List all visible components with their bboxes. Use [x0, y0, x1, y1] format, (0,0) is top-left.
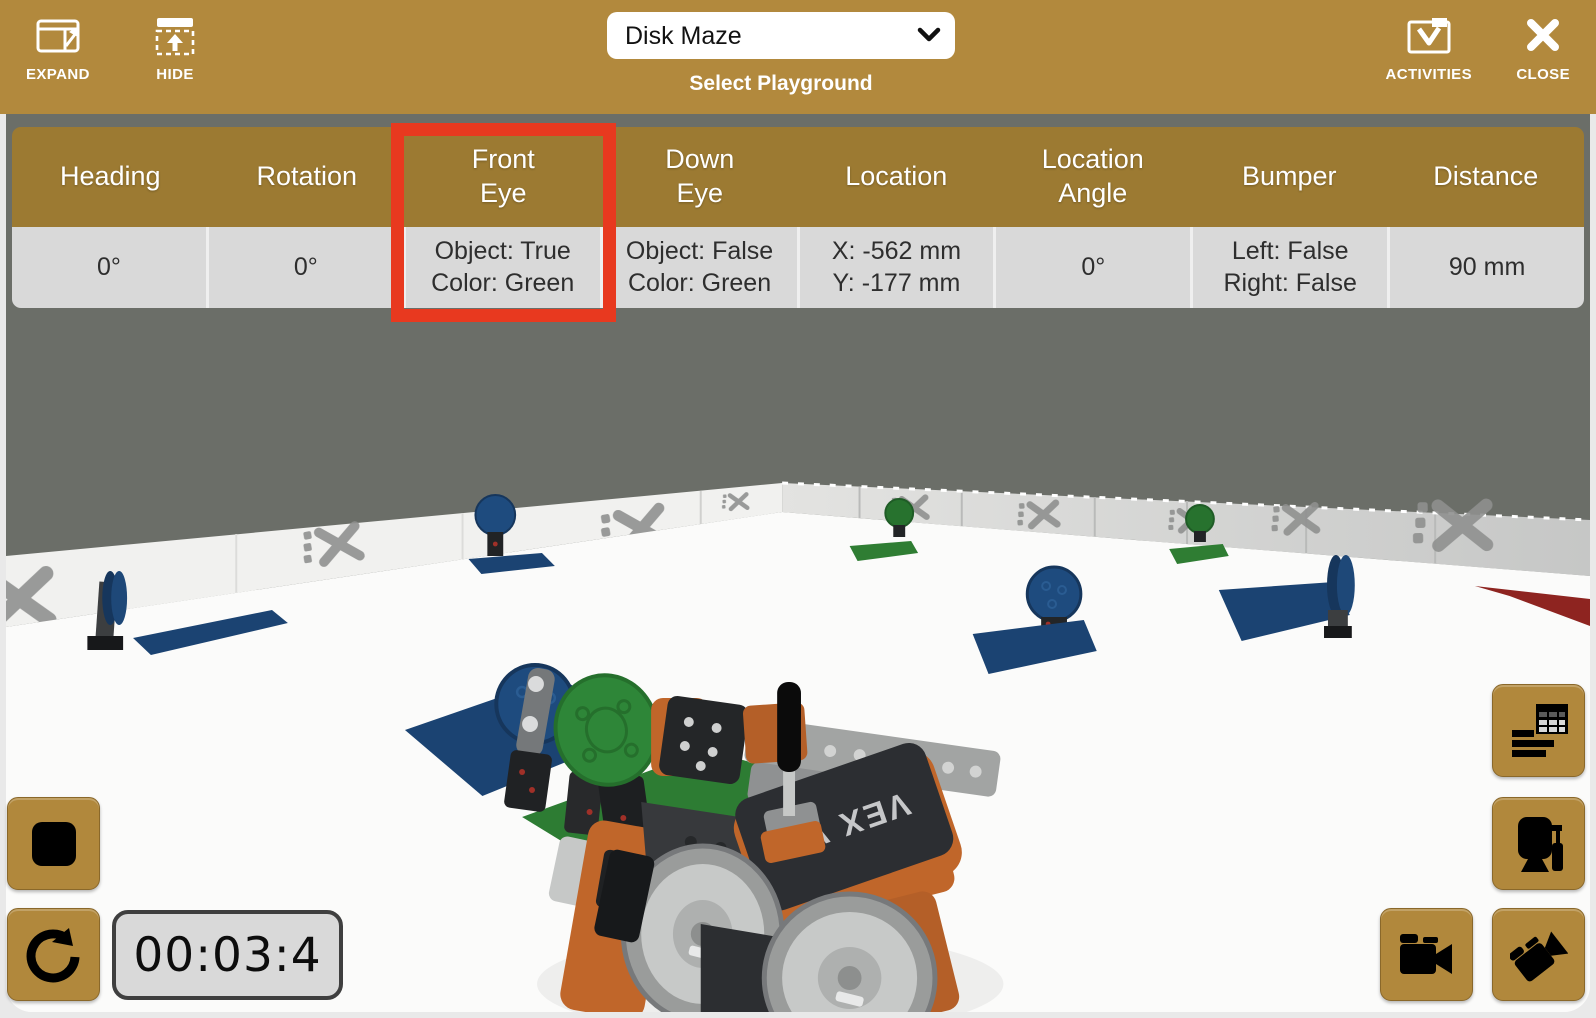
tilted-camera-button[interactable]	[1492, 908, 1585, 1001]
value-heading: 0°	[12, 227, 206, 308]
value-line: Right: False	[1223, 268, 1356, 299]
value-line: 0°	[97, 252, 121, 283]
playground-select-wrap: Disk Maze	[607, 12, 955, 59]
expand-icon	[35, 16, 81, 56]
column-header-front-eye: Front Eye	[405, 127, 602, 227]
header-line: Bumper	[1242, 160, 1337, 194]
dashboard-icon	[1510, 702, 1568, 760]
sensor-table-header: Heading Rotation Front Eye Down Eye Loca…	[12, 127, 1584, 227]
value-line: 0°	[1081, 252, 1105, 283]
select-playground-caption: Select Playground	[607, 72, 955, 96]
timer-display: 00:03:4	[112, 910, 343, 1000]
value-location-angle: 0°	[993, 227, 1190, 308]
column-header-bumper: Bumper	[1191, 127, 1388, 227]
hide-icon	[152, 16, 198, 56]
column-header-rotation: Rotation	[209, 127, 406, 227]
reset-button[interactable]	[7, 908, 100, 1001]
column-header-location-angle: Location Angle	[995, 127, 1192, 227]
expand-button[interactable]: EXPAND	[20, 12, 96, 87]
close-button[interactable]: CLOSE	[1510, 12, 1576, 87]
value-line: X: -562 mm	[832, 236, 961, 267]
tilted-camera-icon	[1510, 926, 1568, 984]
sensor-table-values-row: 0° 0° Object: True Color: Green Object: …	[12, 227, 1584, 308]
header-line: Heading	[60, 160, 161, 194]
header-line: Down	[665, 143, 734, 177]
value-bumper: Left: False Right: False	[1190, 227, 1387, 308]
column-header-location: Location	[798, 127, 995, 227]
value-distance: 90 mm	[1387, 227, 1584, 308]
value-rotation: 0°	[206, 227, 403, 308]
close-icon	[1523, 16, 1563, 56]
activities-icon	[1405, 16, 1453, 56]
header-line: Rotation	[256, 160, 357, 194]
activities-label: ACTIVITIES	[1385, 66, 1472, 83]
value-line: Color: Green	[431, 268, 574, 299]
video-camera-button[interactable]	[1380, 908, 1473, 1001]
header-line: Location	[845, 160, 947, 194]
value-line: Object: False	[626, 236, 773, 267]
header-line: Front	[472, 143, 535, 177]
header-line: Angle	[1058, 177, 1127, 211]
video-camera-icon	[1398, 926, 1456, 984]
value-line: Y: -177 mm	[833, 268, 961, 299]
expand-label: EXPAND	[26, 66, 90, 83]
column-header-distance: Distance	[1388, 127, 1585, 227]
robot-camera-button[interactable]	[1492, 797, 1585, 890]
column-header-heading: Heading	[12, 127, 209, 227]
value-location: X: -562 mm Y: -177 mm	[797, 227, 994, 308]
header-line: Location	[1042, 143, 1144, 177]
hide-button[interactable]: HIDE	[146, 12, 204, 87]
header-line: Eye	[676, 177, 723, 211]
vexcode-vr-app: VEX VR	[0, 0, 1596, 1018]
value-front-eye: Object: True Color: Green	[403, 227, 600, 308]
close-label: CLOSE	[1516, 66, 1570, 83]
playground-select[interactable]: Disk Maze	[607, 12, 955, 59]
stop-icon	[29, 819, 79, 869]
value-line: Left: False	[1232, 236, 1349, 267]
top-toolbar: EXPAND HIDE Disk Maze Select Playground	[0, 0, 1596, 114]
value-line: Color: Green	[628, 268, 771, 299]
value-down-eye: Object: False Color: Green	[600, 227, 797, 308]
value-line: 0°	[294, 252, 318, 283]
hide-label: HIDE	[156, 66, 193, 83]
reset-icon	[25, 926, 83, 984]
robot-camera-icon	[1510, 815, 1568, 873]
activities-button[interactable]: ACTIVITIES	[1379, 12, 1478, 87]
header-line: Eye	[480, 177, 527, 211]
value-line: 90 mm	[1449, 252, 1525, 283]
stop-button[interactable]	[7, 797, 100, 890]
value-line: Object: True	[435, 236, 571, 267]
sensor-dashboard: Heading Rotation Front Eye Down Eye Loca…	[12, 127, 1584, 308]
dashboard-toggle-button[interactable]	[1492, 684, 1585, 777]
header-line: Distance	[1433, 160, 1538, 194]
column-header-down-eye: Down Eye	[602, 127, 799, 227]
